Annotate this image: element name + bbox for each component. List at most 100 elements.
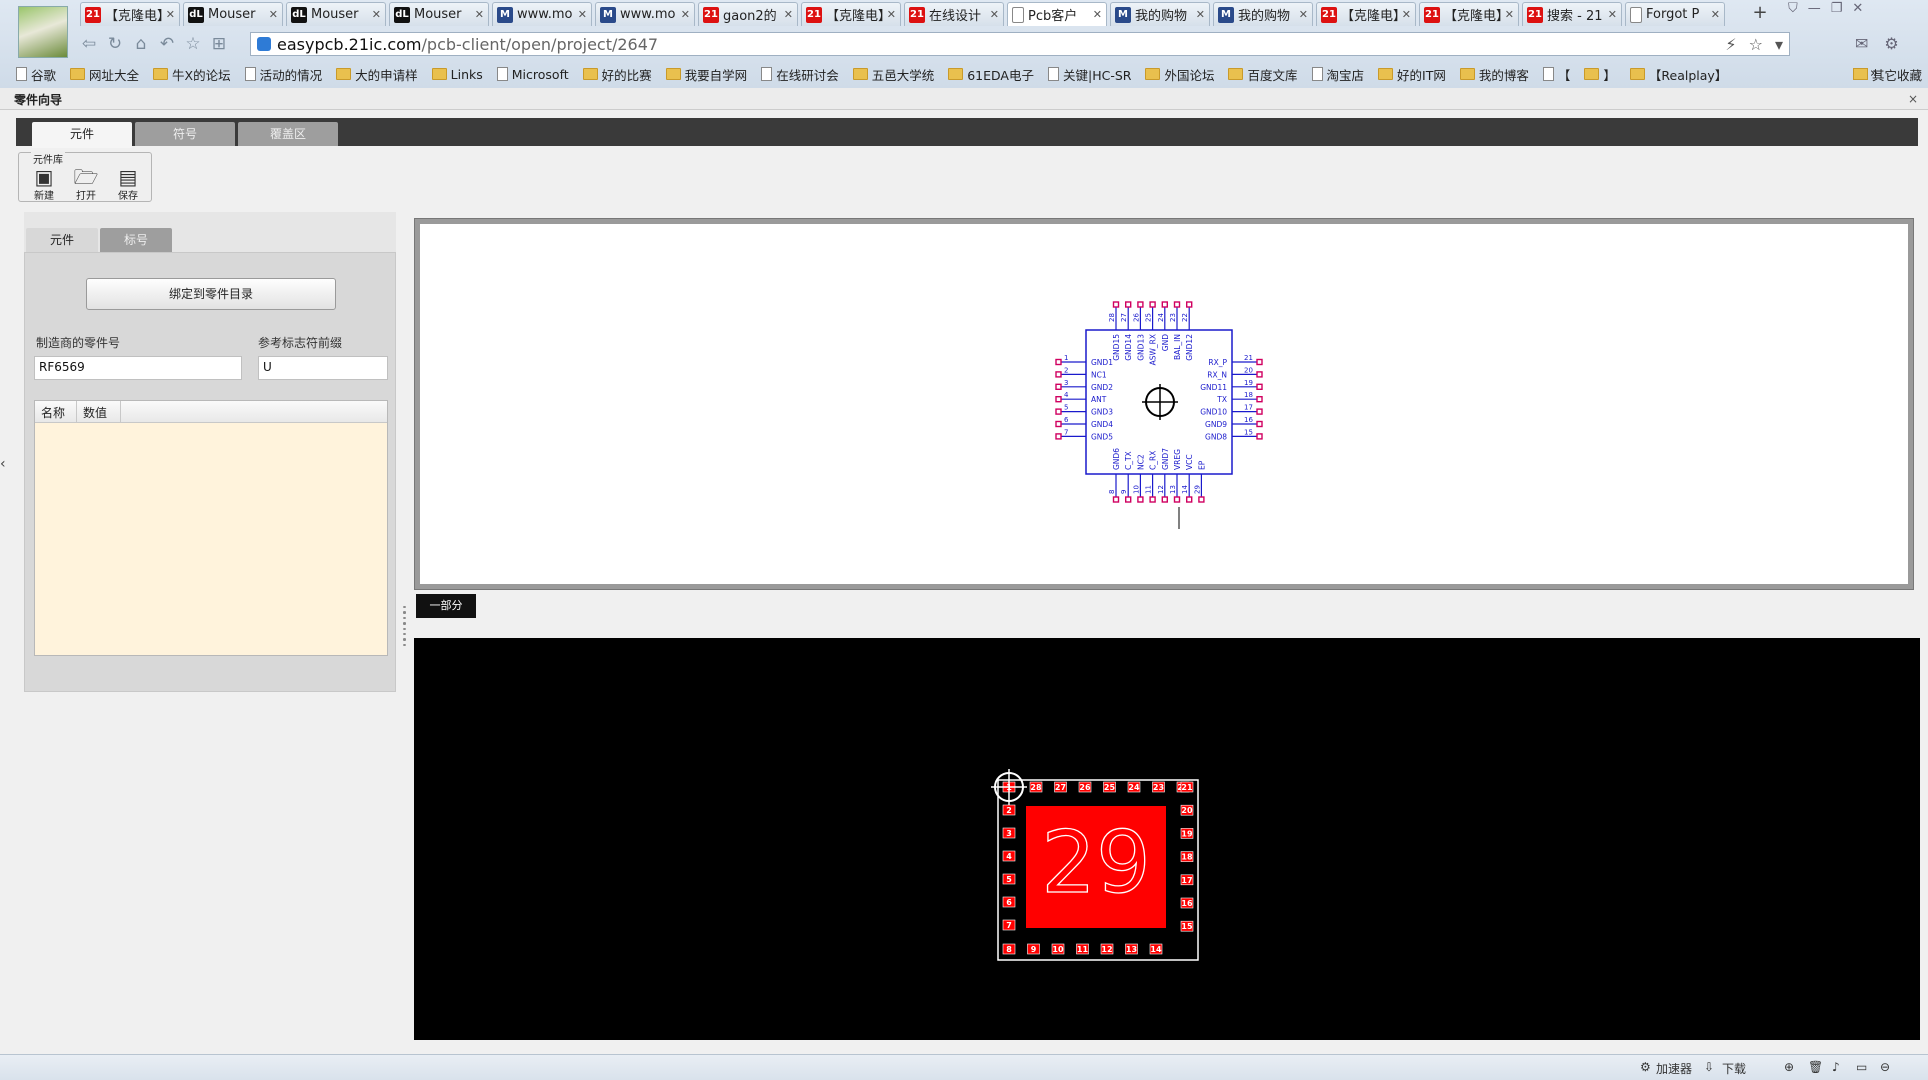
browser-tab[interactable]: dL Mouser ✕: [389, 2, 489, 26]
mail-icon[interactable]: ✉: [1855, 34, 1868, 53]
bookmark-item[interactable]: 好的比赛: [582, 65, 652, 84]
star-icon[interactable]: ☆: [180, 32, 206, 56]
bookmark-item[interactable]: 网址大全: [70, 65, 139, 84]
sound-icon[interactable]: ♪: [1832, 1060, 1840, 1074]
browser-tab[interactable]: 21 gaon2的 ✕: [698, 2, 798, 26]
apps-grid-icon[interactable]: ⊞: [206, 32, 232, 56]
tab-close-icon[interactable]: ✕: [475, 8, 484, 21]
tab-symbol[interactable]: 符号: [135, 122, 235, 146]
bookmark-item[interactable]: 关键|HC-SR: [1047, 65, 1131, 84]
download-icon[interactable]: ⇩: [1704, 1060, 1714, 1074]
tab-close-icon[interactable]: ✕: [784, 8, 793, 21]
tab-close-icon[interactable]: ✕: [681, 8, 690, 21]
footprint-canvas[interactable]: 2928272625242322234567212019181716158910…: [414, 638, 1920, 1040]
tab-close-icon[interactable]: ✕: [1196, 8, 1205, 21]
window-icon[interactable]: ▭: [1856, 1060, 1867, 1074]
bind-to-catalog-button[interactable]: 绑定到零件目录: [86, 278, 336, 310]
tab-footprint[interactable]: 覆盖区: [238, 122, 338, 146]
tab-close-icon[interactable]: ✕: [990, 8, 999, 21]
undo-icon[interactable]: ↶: [154, 32, 180, 56]
back-icon[interactable]: ⇦: [76, 32, 102, 56]
open-button[interactable]: 🗁 打开: [69, 167, 103, 202]
tab-designator[interactable]: 标号: [100, 228, 172, 252]
browser-tab[interactable]: 21 【克隆电】✕: [1316, 2, 1416, 26]
screenshot-icon[interactable]: ⊕: [1784, 1060, 1794, 1074]
tab-close-icon[interactable]: ✕: [1402, 8, 1411, 21]
home-icon[interactable]: ⌂: [128, 32, 154, 56]
dropdown-chevron-icon[interactable]: ▾: [1775, 35, 1783, 54]
tab-close-icon[interactable]: ✕: [1505, 8, 1514, 21]
bookmark-item[interactable]: Microsoft: [496, 67, 569, 82]
user-avatar[interactable]: [18, 6, 68, 58]
close-icon[interactable]: ✕: [1852, 1, 1863, 16]
browser-tab[interactable]: 21 【克隆电】✕: [80, 2, 180, 26]
browser-tab[interactable]: 21 【克隆电】✕: [1419, 2, 1519, 26]
app-close-button[interactable]: ×: [1908, 92, 1918, 106]
browser-tab[interactable]: Pcb客户 ✕: [1007, 2, 1107, 26]
column-name[interactable]: 名称: [35, 401, 77, 422]
trash-icon[interactable]: 🗑: [1808, 1060, 1823, 1074]
save-button[interactable]: ▤ 保存: [111, 167, 145, 202]
bookmark-item[interactable]: 活动的情况: [244, 65, 322, 84]
bookmark-item[interactable]: 在线研讨会: [761, 65, 839, 84]
tab-close-icon[interactable]: ✕: [1711, 8, 1720, 21]
column-value[interactable]: 数值: [77, 401, 121, 422]
accelerator-label[interactable]: 加速器: [1656, 1060, 1692, 1077]
tab-close-icon[interactable]: ✕: [269, 8, 278, 21]
bookmark-item[interactable]: 五邑大学统: [852, 65, 934, 84]
refresh-icon[interactable]: ↻: [102, 32, 128, 56]
other-bookmarks[interactable]: 其它收藏: [1852, 62, 1922, 86]
browser-tab[interactable]: 21 搜索 - 21 ✕: [1522, 2, 1622, 26]
browser-tab[interactable]: dL Mouser ✕: [183, 2, 283, 26]
bookmark-item[interactable]: 我的博客: [1459, 65, 1529, 84]
favorite-star-icon[interactable]: ☆: [1749, 35, 1763, 54]
bookmark-item[interactable]: 谷歌: [16, 65, 56, 84]
maximize-icon[interactable]: ❐: [1831, 1, 1843, 16]
panel-splitter[interactable]: [401, 606, 407, 646]
bookmark-item[interactable]: 】: [1584, 65, 1616, 84]
browser-tab[interactable]: Forgot P ✕: [1625, 2, 1725, 26]
browser-tab[interactable]: Mwww.mo ✕: [595, 2, 695, 26]
tab-close-icon[interactable]: ✕: [166, 8, 175, 21]
bookmark-item[interactable]: 我要自学网: [665, 65, 747, 84]
bookmark-item[interactable]: 百度文库: [1228, 65, 1298, 84]
accelerator-icon[interactable]: ⚙: [1640, 1060, 1651, 1074]
tab-close-icon[interactable]: ✕: [372, 8, 381, 21]
lightning-icon[interactable]: ⚡: [1725, 35, 1736, 54]
bookmark-item[interactable]: 外国论坛: [1145, 65, 1214, 84]
part-selector-button[interactable]: 一部分: [416, 594, 476, 618]
bookmark-item[interactable]: 好的IT网: [1378, 65, 1446, 84]
bookmark-item[interactable]: 淘宝店: [1311, 65, 1364, 84]
download-label[interactable]: 下载: [1722, 1060, 1746, 1077]
tab-close-icon[interactable]: ✕: [1299, 8, 1308, 21]
bookmark-item[interactable]: 大的申请样: [336, 65, 418, 84]
collapse-arrow-icon[interactable]: ‹: [0, 456, 6, 472]
tools-icon[interactable]: ⚙: [1884, 34, 1898, 53]
browser-tab[interactable]: 21 【克隆电】✕: [801, 2, 901, 26]
tab-close-icon[interactable]: ✕: [1608, 8, 1617, 21]
browser-tab[interactable]: M 我的购物 ✕: [1110, 2, 1210, 26]
zoom-icon[interactable]: ⊖: [1880, 1060, 1890, 1074]
bookmark-item[interactable]: 【: [1542, 65, 1570, 84]
bookmark-item[interactable]: Links: [431, 67, 483, 82]
tab-close-icon[interactable]: ✕: [578, 8, 587, 21]
tab-close-icon[interactable]: ✕: [1093, 8, 1102, 21]
tab-component[interactable]: 元件: [32, 122, 132, 148]
bookmark-item[interactable]: 61EDA电子: [948, 65, 1034, 84]
browser-tab[interactable]: Mwww.mo ✕: [492, 2, 592, 26]
address-bar[interactable]: easypcb.21ic.com/pcb-client/open/project…: [250, 32, 1790, 56]
browser-tab[interactable]: M 我的购物 ✕: [1213, 2, 1313, 26]
new-tab-button[interactable]: +: [1744, 3, 1776, 25]
bookmark-item[interactable]: 【Realplay】: [1629, 65, 1727, 84]
browser-tab[interactable]: dL Mouser ✕: [286, 2, 386, 26]
browser-tab[interactable]: 21 在线设计 ✕: [904, 2, 1004, 26]
tab-component-info[interactable]: 元件: [26, 228, 98, 252]
tab-close-icon[interactable]: ✕: [887, 8, 896, 21]
minimize-icon[interactable]: —: [1808, 1, 1821, 16]
shirt-icon[interactable]: ⛉: [1788, 1, 1798, 16]
ref-prefix-input[interactable]: U: [258, 356, 388, 380]
bookmark-item[interactable]: 牛X的论坛: [153, 65, 231, 84]
new-button[interactable]: ▣ 新建: [27, 167, 61, 202]
symbol-canvas[interactable]: 1 GND1 2 NC1 3 GND2 4 ANT 5 GND3 6 GND4 7 GND5 21 RX_P 2…: [420, 224, 1908, 584]
mfr-part-input[interactable]: RF6569: [34, 356, 242, 380]
